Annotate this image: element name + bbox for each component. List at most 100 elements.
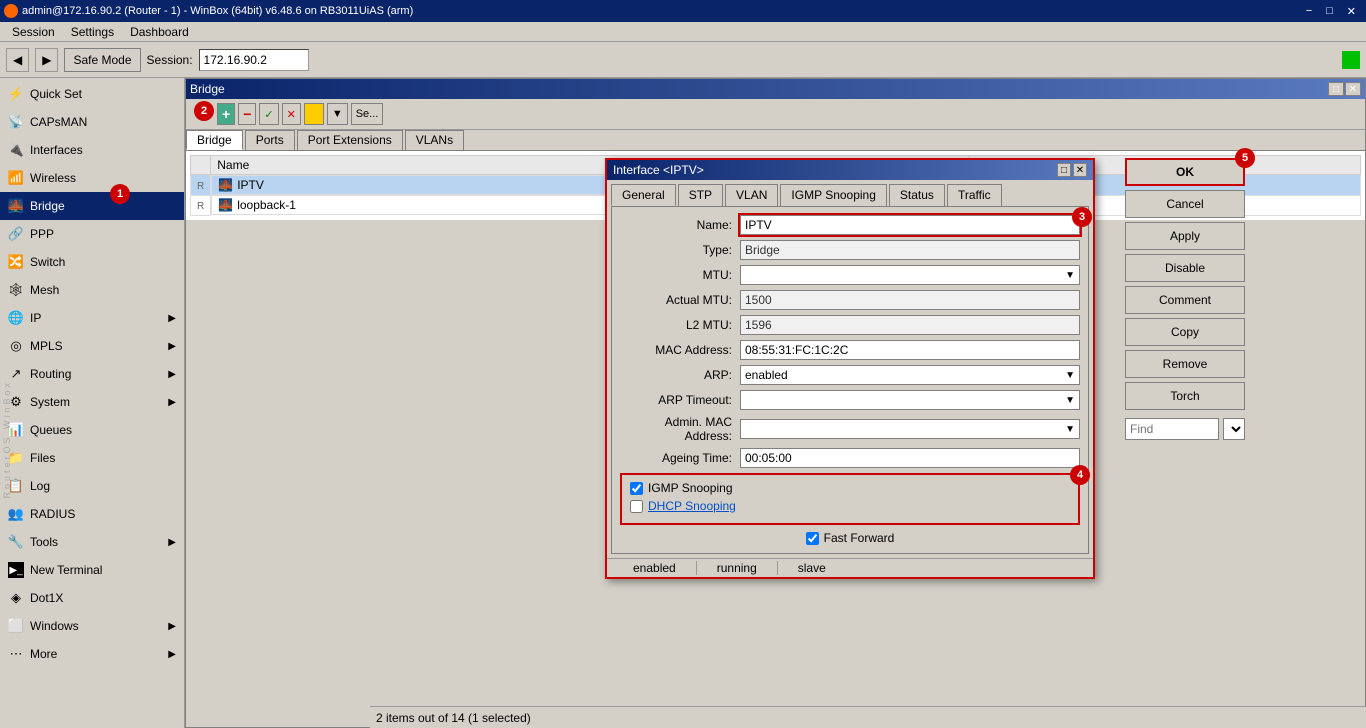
sidebar-item-wireless[interactable]: 📶 Wireless (0, 164, 184, 192)
more-icon: ⋯ (8, 646, 24, 662)
sidebar-item-queues[interactable]: 📊 Queues (0, 416, 184, 444)
mac-row: MAC Address: (620, 340, 1080, 360)
interface-title: Interface <IPTV> (613, 163, 704, 177)
window-title: admin@172.16.90.2 (Router - 1) - WinBox … (22, 5, 413, 17)
bridge-tab-ports[interactable]: Ports (245, 130, 295, 150)
iface-tab-igmp-snooping[interactable]: IGMP Snooping (780, 184, 887, 206)
sidebar-item-capsman[interactable]: 📡 CAPsMAN (0, 108, 184, 136)
fast-forward-checkbox[interactable] (806, 532, 819, 545)
more-arrow: ▶ (168, 649, 176, 660)
sidebar-item-system[interactable]: ⚙ System ▶ (0, 388, 184, 416)
interface-close-btn[interactable]: ✕ (1073, 163, 1087, 177)
close-button[interactable]: ✕ (1341, 5, 1362, 18)
ageing-input[interactable] (740, 448, 1080, 468)
mtu-label: MTU: (620, 268, 740, 282)
iface-tab-traffic[interactable]: Traffic (947, 184, 1002, 206)
iface-tab-stp[interactable]: STP (678, 184, 723, 206)
sidebar-item-interfaces[interactable]: 🔌 Interfaces (0, 136, 184, 164)
bridge-add-btn[interactable]: + (217, 103, 235, 125)
sidebar-item-dot1x[interactable]: ◈ Dot1X (0, 584, 184, 612)
ip-arrow: ▶ (168, 313, 176, 324)
bridge-delete-btn[interactable]: − (238, 103, 256, 125)
sidebar-item-windows[interactable]: ⬜ Windows ▶ (0, 612, 184, 640)
apply-button[interactable]: Apply (1125, 222, 1245, 250)
sidebar-item-mesh[interactable]: 🕸 Mesh (0, 276, 184, 304)
comment-button[interactable]: Comment (1125, 286, 1245, 314)
back-button[interactable]: ◀ (6, 48, 29, 72)
sidebar-item-ip[interactable]: 🌐 IP ▶ (0, 304, 184, 332)
iface-tab-vlan[interactable]: VLAN (725, 184, 778, 206)
torch-button[interactable]: Torch (1125, 382, 1245, 410)
bridge-maximize-btn[interactable]: □ (1328, 82, 1344, 96)
app-icon (4, 4, 18, 18)
bridge-tab-bridge[interactable]: Bridge (186, 130, 243, 150)
queues-icon: 📊 (8, 422, 24, 438)
igmp-snooping-checkbox[interactable] (630, 482, 643, 495)
l2-mtu-row: L2 MTU: 1596 (620, 315, 1080, 335)
mtu-dropdown-arrow: ▼ (1065, 270, 1075, 281)
bridge-x-btn[interactable]: ✕ (282, 103, 301, 125)
sidebar-item-more[interactable]: ⋯ More ▶ (0, 640, 184, 668)
sidebar-item-ppp[interactable]: 🔗 PPP (0, 220, 184, 248)
menu-session[interactable]: Session (4, 25, 63, 39)
arp-timeout-select[interactable]: ▼ (740, 390, 1080, 410)
dot1x-icon: ◈ (8, 590, 24, 606)
actual-mtu-row: Actual MTU: 1500 (620, 290, 1080, 310)
disable-button[interactable]: Disable (1125, 254, 1245, 282)
bridge-filter-btn[interactable]: ▼ (327, 103, 348, 125)
sidebar-item-quick-set[interactable]: ⚡ Quick Set (0, 80, 184, 108)
bridge-settings-btn[interactable]: Se... (351, 103, 384, 125)
arp-select[interactable]: enabled ▼ (740, 365, 1080, 385)
interface-win-controls: □ ✕ (1057, 163, 1087, 177)
bridge-close-btn[interactable]: ✕ (1345, 82, 1361, 96)
forward-button[interactable]: ▶ (35, 48, 58, 72)
admin-mac-select[interactable]: ▼ (740, 419, 1080, 439)
bridge-tabs: Bridge Ports Port Extensions VLANs (186, 130, 1365, 151)
sidebar-item-mpls[interactable]: ◎ MPLS ▶ (0, 332, 184, 360)
iface-tab-status[interactable]: Status (889, 184, 945, 206)
cancel-button[interactable]: Cancel (1125, 190, 1245, 218)
sidebar-item-tools[interactable]: 🔧 Tools ▶ (0, 528, 184, 556)
bridge-check-btn[interactable]: ✓ (259, 103, 278, 125)
find-input[interactable] (1125, 418, 1219, 440)
maximize-button[interactable]: □ (1320, 5, 1339, 18)
sidebar-item-radius[interactable]: 👥 RADIUS (0, 500, 184, 528)
menu-settings[interactable]: Settings (63, 25, 122, 39)
toolbar: ◀ ▶ Safe Mode Session: (0, 42, 1366, 78)
bridge-tab-port-extensions[interactable]: Port Extensions (297, 130, 403, 150)
routing-icon: ↗ (8, 366, 24, 382)
find-select[interactable] (1223, 418, 1245, 440)
remove-button[interactable]: Remove (1125, 350, 1245, 378)
minimize-button[interactable]: − (1300, 5, 1318, 18)
bridge-tab-vlans[interactable]: VLANs (405, 130, 464, 150)
sidebar-item-log[interactable]: 📋 Log (0, 472, 184, 500)
arp-value: enabled (745, 368, 788, 382)
interface-restore-btn[interactable]: □ (1057, 163, 1071, 177)
content-area: Bridge □ ✕ 2 + − ✓ ✕ ▼ Se... (185, 78, 1366, 728)
mtu-select[interactable]: ▼ (740, 265, 1080, 285)
safe-mode-button[interactable]: Safe Mode (64, 48, 140, 72)
sidebar-item-routing[interactable]: ↗ Routing ▶ (0, 360, 184, 388)
type-row: Type: Bridge (620, 240, 1080, 260)
mac-input[interactable] (740, 340, 1080, 360)
admin-mac-label: Admin. MAC Address: (620, 415, 740, 443)
sidebar-item-new-terminal[interactable]: ▶_ New Terminal (0, 556, 184, 584)
iface-tab-general[interactable]: General (611, 184, 676, 206)
session-input[interactable] (199, 49, 309, 71)
menu-dashboard[interactable]: Dashboard (122, 25, 197, 39)
name-input[interactable] (740, 215, 1080, 235)
bridge-yellow-btn[interactable] (304, 103, 324, 125)
dhcp-snooping-checkbox[interactable] (630, 500, 643, 513)
bridge-toolbar: 2 + − ✓ ✕ ▼ Se... (186, 99, 1365, 130)
sidebar-item-bridge[interactable]: 🌉 Bridge 1 (0, 192, 184, 220)
arp-row: ARP: enabled ▼ (620, 365, 1080, 385)
sidebar-item-switch[interactable]: 🔀 Switch (0, 248, 184, 276)
switch-icon: 🔀 (8, 254, 24, 270)
session-label: Session: (147, 53, 193, 67)
name-row: Name: 3 (620, 215, 1080, 235)
system-icon: ⚙ (8, 394, 24, 410)
ok-button[interactable]: OK (1125, 158, 1245, 186)
sidebar-item-files[interactable]: 📁 Files (0, 444, 184, 472)
sidebar: ⚡ Quick Set 📡 CAPsMAN 🔌 Interfaces 📶 Wir… (0, 78, 185, 728)
copy-button[interactable]: Copy (1125, 318, 1245, 346)
